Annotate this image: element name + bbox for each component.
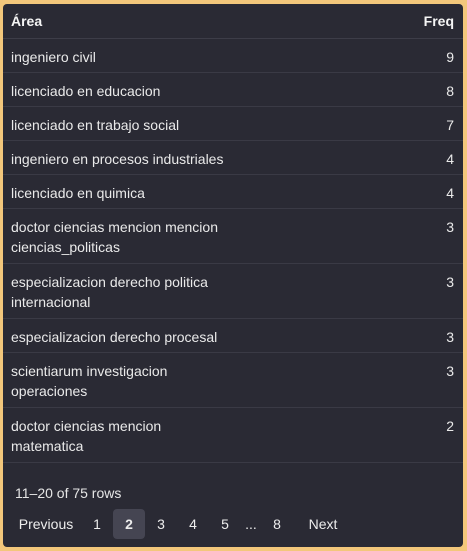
page-8-button[interactable]: 8 xyxy=(261,509,293,539)
pagination: Previous 1 2 3 4 5 ... 8 Next xyxy=(11,509,353,539)
cell-freq: 4 xyxy=(239,174,463,209)
frequency-table: Área Freq ingeniero civil 9 licenciado e… xyxy=(3,4,463,463)
table-header-row: Área Freq xyxy=(3,4,463,39)
cell-area: scientiarum investigacion operaciones xyxy=(3,352,239,408)
previous-page-button[interactable]: Previous xyxy=(11,509,81,539)
cell-area: licenciado en educacion xyxy=(3,72,239,107)
cell-freq: 9 xyxy=(239,38,463,73)
cell-freq: 3 xyxy=(239,318,463,353)
table-row: ingeniero civil 9 xyxy=(3,38,463,73)
column-header-area[interactable]: Área xyxy=(3,4,239,39)
cell-freq: 2 xyxy=(239,407,463,463)
cell-area: ingeniero civil xyxy=(3,38,239,73)
pagination-ellipsis: ... xyxy=(245,516,257,532)
page-4-button[interactable]: 4 xyxy=(177,509,209,539)
cell-area: licenciado en trabajo social xyxy=(3,106,239,141)
cell-area: ingeniero en procesos industriales xyxy=(3,140,239,175)
table-row: ingeniero en procesos industriales 4 xyxy=(3,140,463,175)
cell-freq: 3 xyxy=(239,208,463,264)
table-panel: Área Freq ingeniero civil 9 licenciado e… xyxy=(3,4,463,547)
cell-freq: 3 xyxy=(239,263,463,319)
cell-freq: 4 xyxy=(239,140,463,175)
cell-area: especializacion derecho procesal xyxy=(3,318,239,353)
cell-area: licenciado en quimica xyxy=(3,174,239,209)
cell-freq: 8 xyxy=(239,72,463,107)
cell-freq: 7 xyxy=(239,106,463,141)
table-row: licenciado en trabajo social 7 xyxy=(3,106,463,141)
page-3-button[interactable]: 3 xyxy=(145,509,177,539)
cell-freq: 3 xyxy=(239,352,463,408)
table-row: scientiarum investigacion operaciones 3 xyxy=(3,352,463,408)
cell-area: especializacion derecho politica interna… xyxy=(3,263,239,319)
row-count-label: 11–20 of 75 rows xyxy=(15,485,122,501)
table-row: especializacion derecho procesal 3 xyxy=(3,318,463,353)
table-row: especializacion derecho politica interna… xyxy=(3,263,463,319)
cell-area: doctor ciencias mencion matematica xyxy=(3,407,239,463)
page-2-button[interactable]: 2 xyxy=(113,509,145,539)
table-row: licenciado en educacion 8 xyxy=(3,72,463,107)
table-row: licenciado en quimica 4 xyxy=(3,174,463,209)
page-1-button[interactable]: 1 xyxy=(81,509,113,539)
column-header-freq[interactable]: Freq xyxy=(239,4,463,39)
cell-area: doctor ciencias mencion mencion ciencias… xyxy=(3,208,239,264)
page-5-button[interactable]: 5 xyxy=(209,509,241,539)
table-row: doctor ciencias mencion mencion ciencias… xyxy=(3,208,463,264)
next-page-button[interactable]: Next xyxy=(293,509,353,539)
table-row: doctor ciencias mencion matematica 2 xyxy=(3,407,463,463)
